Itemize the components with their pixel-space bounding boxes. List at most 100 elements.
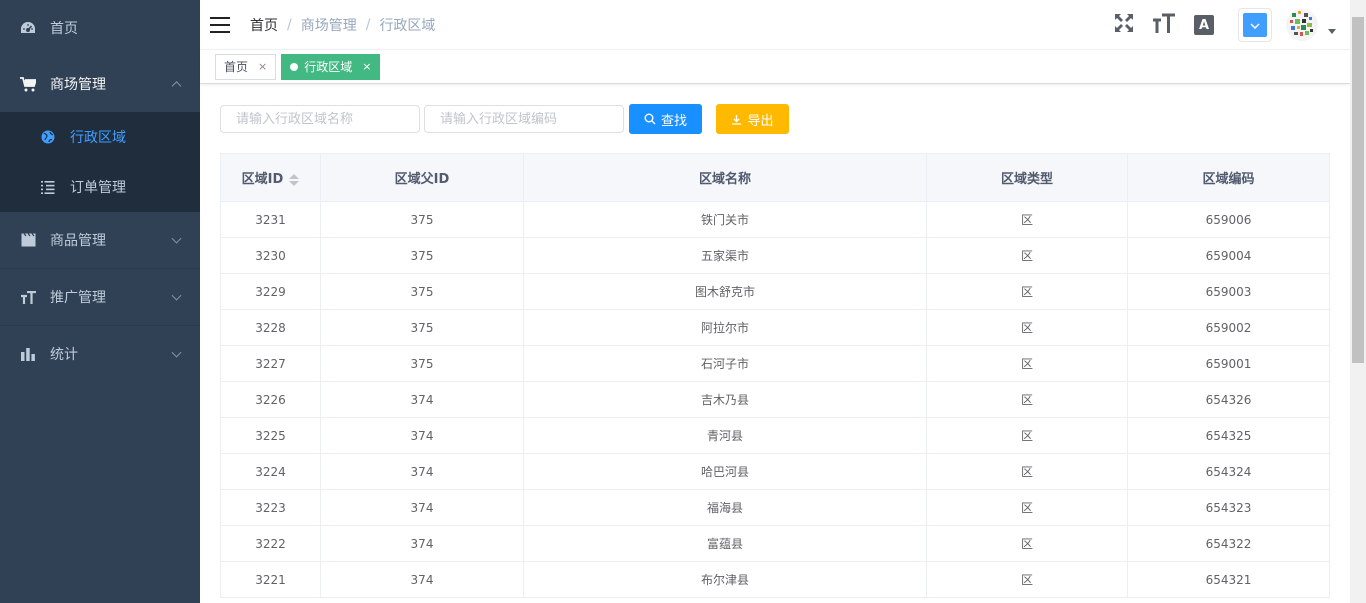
cell-code: 654322: [1127, 525, 1330, 562]
breadcrumb-mall: 商场管理: [300, 17, 357, 34]
sidebar-item-mall[interactable]: 商场管理: [0, 56, 200, 112]
cell-parent-id: 375: [320, 309, 524, 346]
table-row: 3223 374 福海县区 654323: [220, 489, 1330, 526]
cell-code: 659002: [1127, 309, 1330, 346]
cell-name: 图木舒克市: [523, 273, 927, 310]
globe-icon: [40, 129, 56, 145]
translate-icon: A: [1194, 15, 1214, 35]
region-name-input[interactable]: [220, 105, 420, 133]
breadcrumb-region: 行政区域: [379, 17, 436, 34]
breadcrumb-separator: /: [365, 16, 371, 33]
cell-type: 区: [926, 309, 1128, 346]
text-size-icon: [20, 289, 36, 305]
close-icon[interactable]: ×: [362, 60, 371, 73]
cell-code: 654325: [1127, 417, 1330, 454]
sidebar-item-region[interactable]: 行政区域: [0, 112, 200, 162]
size-select-button[interactable]: [1144, 0, 1184, 50]
cell-id: 3224: [220, 453, 321, 490]
column-header-type: 区域类型: [926, 153, 1128, 202]
color-swatch: [1243, 13, 1267, 37]
table-row: 3222 374 富蕴县区 654322: [220, 525, 1330, 562]
sidebar-item-stats[interactable]: 统计: [0, 326, 200, 382]
table-header-row: 区域ID 区域父ID 区域名称 区域类型 区域编码: [220, 153, 1330, 202]
navbar: 首页 / 商场管理 / 行政区域 A: [200, 0, 1350, 50]
cell-id: 3227: [220, 345, 321, 382]
cell-parent-id: 374: [320, 561, 524, 598]
close-icon[interactable]: ×: [258, 60, 267, 73]
column-header-label: 区域父ID: [394, 172, 450, 187]
cell-type: 区: [926, 381, 1128, 418]
column-header-name: 区域名称: [523, 153, 927, 202]
cell-id: 3231: [220, 201, 321, 238]
sort-icon[interactable]: [289, 173, 300, 186]
search-button[interactable]: 查找: [629, 104, 702, 134]
sidebar-item-label: 商场管理: [50, 77, 106, 93]
table-body: 3231 375 铁门关市区 659006 3230 375 五家渠市区 659004 3229…: [220, 201, 1330, 598]
cell-id: 3230: [220, 237, 321, 274]
active-dot-icon: [290, 62, 299, 71]
cell-name: 布尔津县: [523, 561, 927, 598]
fullscreen-icon: [1114, 13, 1134, 37]
cell-type: 区: [926, 525, 1128, 562]
cell-code: 659006: [1127, 201, 1330, 238]
table-row: 3226 374 吉木乃县区 654326: [220, 381, 1330, 418]
chevron-down-icon: [1250, 18, 1260, 33]
tag-region[interactable]: 行政区域 ×: [281, 53, 381, 80]
cell-parent-id: 374: [320, 417, 524, 454]
cell-id: 3221: [220, 561, 321, 598]
cell-name: 哈巴河县: [523, 453, 927, 490]
page-scrollbar[interactable]: [1350, 0, 1366, 603]
cell-name: 富蕴县: [523, 525, 927, 562]
cell-name: 福海县: [523, 489, 927, 526]
breadcrumb-home[interactable]: 首页: [250, 15, 278, 35]
cell-parent-id: 375: [320, 201, 524, 238]
theme-color-picker[interactable]: [1238, 8, 1272, 42]
tag-home[interactable]: 首页 ×: [215, 53, 277, 80]
region-table: 区域ID 区域父ID 区域名称 区域类型 区域编码 3231 375 铁门关市区 65…: [220, 153, 1330, 598]
table-row: 3227 375 石河子市区 659001: [220, 345, 1330, 382]
column-header-label: 区域编码: [1202, 172, 1255, 187]
sidebar-item-label: 行政区域: [70, 130, 126, 146]
cell-type: 区: [926, 345, 1128, 382]
cell-parent-id: 375: [320, 345, 524, 382]
region-code-input[interactable]: [424, 105, 624, 133]
language-button[interactable]: A: [1184, 0, 1224, 50]
cell-type: 区: [926, 201, 1128, 238]
cell-name: 吉木乃县: [523, 381, 927, 418]
sidebar-item-label: 订单管理: [70, 180, 126, 196]
column-header-label: 区域ID: [241, 172, 284, 187]
table-row: 3225 374 青河县区 654325: [220, 417, 1330, 454]
column-header-label: 区域类型: [1000, 172, 1053, 187]
filter-bar: 查找 导出: [220, 104, 1330, 134]
sidebar-item-home[interactable]: 首页: [0, 0, 200, 56]
tags-view: 首页 × 行政区域 ×: [200, 50, 1350, 84]
fullscreen-button[interactable]: [1104, 0, 1144, 50]
sidebar-item-label: 首页: [50, 21, 78, 37]
cell-code: 659001: [1127, 345, 1330, 382]
search-icon: [644, 113, 656, 125]
sidebar-item-promotion[interactable]: 推广管理: [0, 269, 200, 325]
cell-name: 青河县: [523, 417, 927, 454]
column-header-id[interactable]: 区域ID: [220, 153, 321, 202]
cell-code: 659003: [1127, 273, 1330, 310]
hamburger-icon[interactable]: [210, 16, 230, 33]
download-icon: [731, 114, 742, 125]
language-glyph: A: [1198, 17, 1210, 33]
export-button-label: 导出: [747, 113, 774, 129]
cell-code: 654323: [1127, 489, 1330, 526]
sidebar: 首页 商场管理 行政区域 订单管理 商品管理 推广管理 统计: [0, 0, 200, 603]
cell-id: 3222: [220, 525, 321, 562]
cell-parent-id: 374: [320, 489, 524, 526]
avatar-dropdown[interactable]: [1282, 5, 1336, 45]
chevron-down-icon: [171, 233, 182, 244]
cell-name: 阿拉尔市: [523, 309, 927, 346]
sidebar-item-orders[interactable]: 订单管理: [0, 162, 200, 212]
table-row: 3228 375 阿拉尔市区 659002: [220, 309, 1330, 346]
table-row: 3231 375 铁门关市区 659006: [220, 201, 1330, 238]
main-container: 首页 / 商场管理 / 行政区域 A 首页 × 行政区域 × 请输入行政区域名称…: [200, 0, 1350, 603]
text-size-icon: [1153, 13, 1175, 37]
sidebar-item-goods[interactable]: 商品管理: [0, 212, 200, 268]
export-button[interactable]: 导出: [716, 104, 789, 134]
cell-type: 区: [926, 489, 1128, 526]
scrollbar-thumb[interactable]: [1352, 17, 1364, 363]
